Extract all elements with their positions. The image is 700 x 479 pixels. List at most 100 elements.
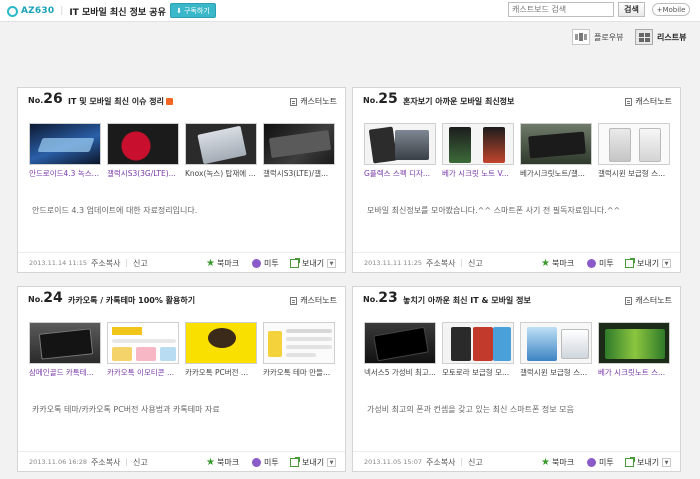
- card-title[interactable]: 놓치기 아까운 최신 IT & 모바일 정보: [403, 295, 531, 306]
- thumbnail-image[interactable]: [364, 123, 436, 165]
- send-button[interactable]: 보내기 ▼: [625, 258, 672, 269]
- brand-id[interactable]: AZ630: [21, 6, 54, 16]
- copy-url-link[interactable]: 주소복사: [91, 457, 120, 468]
- caster-note-link[interactable]: 캐스터노트: [625, 295, 672, 306]
- card-description[interactable]: 가성비 최고의 폰과 컨셉을 갖고 있는 최신 스마트폰 정보 모음: [367, 404, 574, 415]
- thumbnail-item[interactable]: 갤럭시윈 보급형 스...: [520, 322, 592, 378]
- chevron-down-icon[interactable]: ▼: [327, 458, 337, 467]
- caster-note-link[interactable]: 캐스터노트: [625, 96, 672, 107]
- thumbnail-caption[interactable]: Knox(녹스) 탑재에 ...: [185, 168, 257, 179]
- copy-url-link[interactable]: 주소복사: [91, 258, 120, 269]
- thumbnail-item[interactable]: 카카오톡 테마 만들...: [263, 322, 335, 378]
- thumbnail-caption[interactable]: 카카오톡 PC버전 ...: [185, 367, 257, 378]
- thumbnail-item[interactable]: 카카오톡 이모티콘 ...: [107, 322, 179, 378]
- thumbnail-item[interactable]: 갤럭시S3(3G/LTE)...: [107, 123, 179, 179]
- thumbnail-image[interactable]: [598, 322, 670, 364]
- card-description[interactable]: 모바일 최신정보를 모아봤습니다.^^ 스마트폰 사기 전 필독자료입니다.^^: [367, 205, 620, 216]
- thumbnail-image[interactable]: [29, 123, 101, 165]
- thumbnail-image[interactable]: [29, 322, 101, 364]
- thumbnail-caption[interactable]: G플렉스 스펙 디자...: [364, 168, 436, 179]
- thumbnail-image[interactable]: [263, 123, 335, 165]
- card-title[interactable]: IT 및 모바일 최신 이슈 정리: [68, 96, 173, 107]
- card-title[interactable]: 카카오톡 / 카톡테마 100% 활용하기: [68, 295, 195, 306]
- thumbnail-image[interactable]: [520, 322, 592, 364]
- brand[interactable]: AZ630 | IT 모바일 최신 정보 공유: [7, 5, 166, 18]
- thumbnail-item[interactable]: 카카오톡 PC버전 ...: [185, 322, 257, 378]
- report-link[interactable]: 신고: [468, 258, 483, 269]
- thumbnail-image[interactable]: [107, 123, 179, 165]
- note-icon: [625, 296, 633, 305]
- flow-view-toggle[interactable]: 플로우뷰: [572, 29, 623, 45]
- thumbnail-image[interactable]: [185, 123, 257, 165]
- thumbnail-caption[interactable]: 카카오톡 이모티콘 ...: [107, 367, 179, 378]
- chevron-down-icon[interactable]: ▼: [662, 259, 672, 268]
- card-description[interactable]: 카카오톡 테마/카카오톡 PC버전 사용법과 카톡테마 자료: [32, 404, 220, 415]
- send-button[interactable]: 보내기 ▼: [290, 457, 337, 468]
- thumbnail-caption[interactable]: 갤럭시S3(3G/LTE)...: [107, 168, 179, 179]
- thumbnail-caption[interactable]: 갤럭시윈 보급형 스...: [598, 168, 670, 179]
- site-title[interactable]: IT 모바일 최신 정보 공유: [69, 5, 166, 18]
- thumbnail-item[interactable]: Knox(녹스) 탑재에 ...: [185, 123, 257, 179]
- thumbnail-item[interactable]: 베가시크릿노트/갤...: [520, 123, 592, 179]
- mobile-button[interactable]: +Mobile: [652, 3, 690, 16]
- thumbnail-item[interactable]: 갤럭시S3(LTE)/갤...: [263, 123, 335, 179]
- thumbnail-image[interactable]: [442, 123, 514, 165]
- header-separator: |: [60, 6, 64, 16]
- chevron-down-icon[interactable]: ▼: [327, 259, 337, 268]
- thumbnail-item[interactable]: 넥서스5 가성비 최고...: [364, 322, 436, 378]
- me2day-button[interactable]: 미투: [587, 457, 614, 468]
- send-button[interactable]: 보내기 ▼: [290, 258, 337, 269]
- thumbnail-caption[interactable]: 베가 시크릿 노트 V...: [442, 168, 514, 179]
- thumbnail-caption[interactable]: 모토로라 보급형 모...: [442, 367, 514, 378]
- thumbnail-image[interactable]: [263, 322, 335, 364]
- thumbnail-caption[interactable]: 베가시크릿노트/갤...: [520, 168, 592, 179]
- me2day-button[interactable]: 미투: [252, 457, 279, 468]
- thumbnail-caption[interactable]: 베가 시크릿노트 스...: [598, 367, 670, 378]
- thumbnail-item[interactable]: 베가 시크릿노트 스...: [598, 322, 670, 378]
- report-link[interactable]: 신고: [133, 457, 148, 468]
- thumbnail-item[interactable]: G플렉스 스펙 디자...: [364, 123, 436, 179]
- bookmark-button[interactable]: ★ 북마크: [541, 258, 574, 269]
- report-link[interactable]: 신고: [133, 258, 148, 269]
- card-footer: 2013.11.06 16:28 주소복사 신고 ★ 북마크 미투 보내기 ▼: [18, 451, 345, 471]
- thumbnail-caption[interactable]: 삼메인골드 카톡테...: [29, 367, 101, 378]
- thumbnail-image[interactable]: [442, 322, 514, 364]
- copy-url-link[interactable]: 주소복사: [426, 258, 455, 269]
- card-header: No.23 놓치기 아까운 최신 IT & 모바일 정보 캐스터노트: [353, 287, 680, 311]
- thumbnail-image[interactable]: [520, 123, 592, 165]
- bookmark-button[interactable]: ★ 북마크: [206, 258, 239, 269]
- me2day-button[interactable]: 미투: [252, 258, 279, 269]
- thumbnail-caption[interactable]: 갤럭시S3(LTE)/갤...: [263, 168, 335, 179]
- thumbnail-item[interactable]: 삼메인골드 카톡테...: [29, 322, 101, 378]
- thumbnail-caption[interactable]: 안드로이드4.3 녹스(...: [29, 168, 101, 179]
- thumbnail-image[interactable]: [107, 322, 179, 364]
- thumbnail-item[interactable]: 안드로이드4.3 녹스(...: [29, 123, 101, 179]
- bookmark-button[interactable]: ★ 북마크: [206, 457, 239, 468]
- chevron-down-icon[interactable]: ▼: [662, 458, 672, 467]
- me2day-button[interactable]: 미투: [587, 258, 614, 269]
- report-link[interactable]: 신고: [468, 457, 483, 468]
- bookmark-button[interactable]: ★ 북마크: [541, 457, 574, 468]
- thumbnail-item[interactable]: 베가 시크릿 노트 V...: [442, 123, 514, 179]
- thumbnail-item[interactable]: 갤럭시윈 보급형 스...: [598, 123, 670, 179]
- caster-note-link[interactable]: 캐스터노트: [290, 96, 337, 107]
- subscribe-label: 구독하기: [184, 6, 210, 15]
- thumbnail-image[interactable]: [364, 322, 436, 364]
- card-title[interactable]: 혼자보기 아까운 모바일 최신정보: [403, 96, 514, 107]
- card-header: No.26 IT 및 모바일 최신 이슈 정리 캐스터노트: [18, 88, 345, 112]
- copy-url-link[interactable]: 주소복사: [426, 457, 455, 468]
- card-description[interactable]: 안드로이드 4.3 업데이트에 대한 자료정리입니다.: [32, 205, 197, 216]
- thumbnail-caption[interactable]: 카카오톡 테마 만들...: [263, 367, 335, 378]
- thumbnail-item[interactable]: 모토로라 보급형 모...: [442, 322, 514, 378]
- search-input[interactable]: [508, 2, 614, 17]
- thumbnail-caption[interactable]: 넥서스5 가성비 최고...: [364, 367, 436, 378]
- search-button[interactable]: 검색: [618, 2, 645, 17]
- caster-note-link[interactable]: 캐스터노트: [290, 295, 337, 306]
- footer-divider: [126, 458, 127, 466]
- thumbnail-caption[interactable]: 갤럭시윈 보급형 스...: [520, 367, 592, 378]
- send-button[interactable]: 보내기 ▼: [625, 457, 672, 468]
- thumbnail-image[interactable]: [598, 123, 670, 165]
- thumbnail-image[interactable]: [185, 322, 257, 364]
- subscribe-button[interactable]: ⬇ 구독하기: [170, 3, 216, 18]
- list-view-toggle[interactable]: 리스트뷰: [635, 29, 686, 45]
